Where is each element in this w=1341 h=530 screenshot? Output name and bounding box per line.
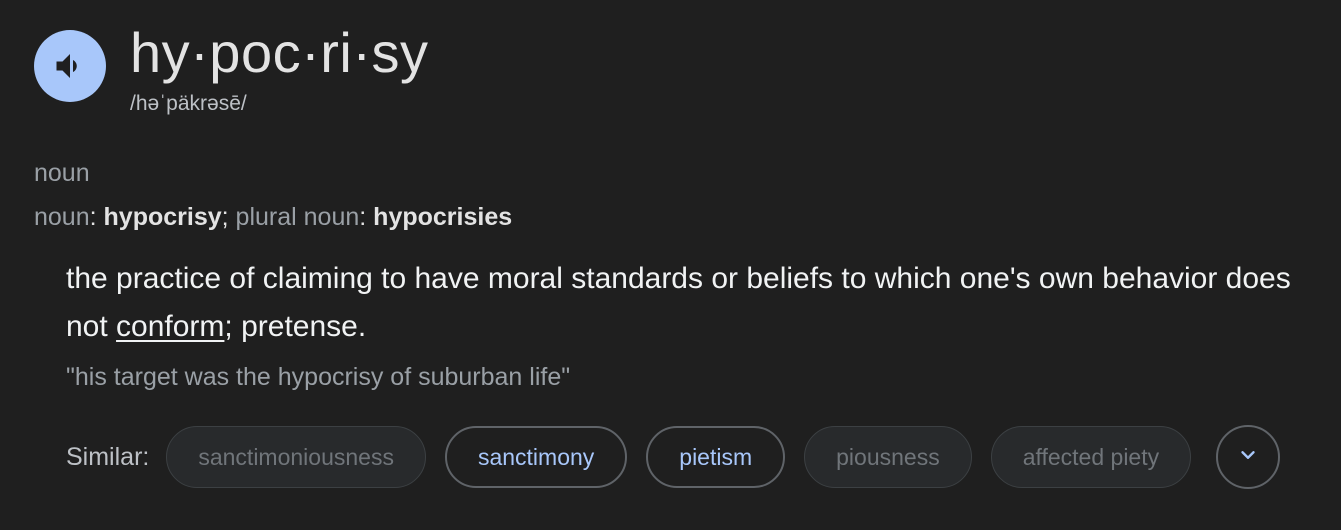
definition-text-after: ; pretense.	[224, 310, 367, 343]
colon: :	[359, 203, 367, 231]
similar-words-row: Similar: sanctimoniousness sanctimony pi…	[66, 425, 1281, 489]
definition-text: the practice of claiming to have moral s…	[66, 255, 1316, 351]
conform-link[interactable]: conform	[116, 310, 224, 343]
pronunciation-button[interactable]	[34, 30, 106, 102]
part-of-speech-heading: noun	[34, 159, 90, 187]
similar-chip-sanctimoniousness[interactable]: sanctimoniousness	[166, 426, 426, 488]
semicolon: ;	[221, 203, 229, 231]
noun-form: hypocrisy	[103, 203, 222, 231]
inflections-line: noun: hypocrisy; plural noun: hypocrisie…	[34, 201, 512, 233]
noun-label: noun	[34, 203, 90, 231]
expand-similar-button[interactable]	[1216, 425, 1281, 489]
headword: hy·poc·ri·sy	[130, 21, 429, 84]
similar-chip-piousness[interactable]: piousness	[804, 426, 972, 488]
similar-chip-affected-piety[interactable]: affected piety	[990, 426, 1192, 488]
chevron-down-icon	[1237, 444, 1259, 471]
similar-label: Similar:	[66, 442, 150, 471]
similar-chip-pietism[interactable]: pietism	[646, 426, 786, 488]
speaker-icon	[52, 48, 88, 84]
colon: :	[89, 203, 97, 231]
plural-form: hypocrisies	[373, 203, 513, 231]
phonetic-spelling: /həˈpäkrəsē/	[130, 92, 247, 115]
plural-label: plural noun	[235, 203, 360, 231]
usage-example: "his target was the hypocrisy of suburba…	[66, 363, 571, 391]
similar-chip-sanctimony[interactable]: sanctimony	[444, 426, 628, 488]
